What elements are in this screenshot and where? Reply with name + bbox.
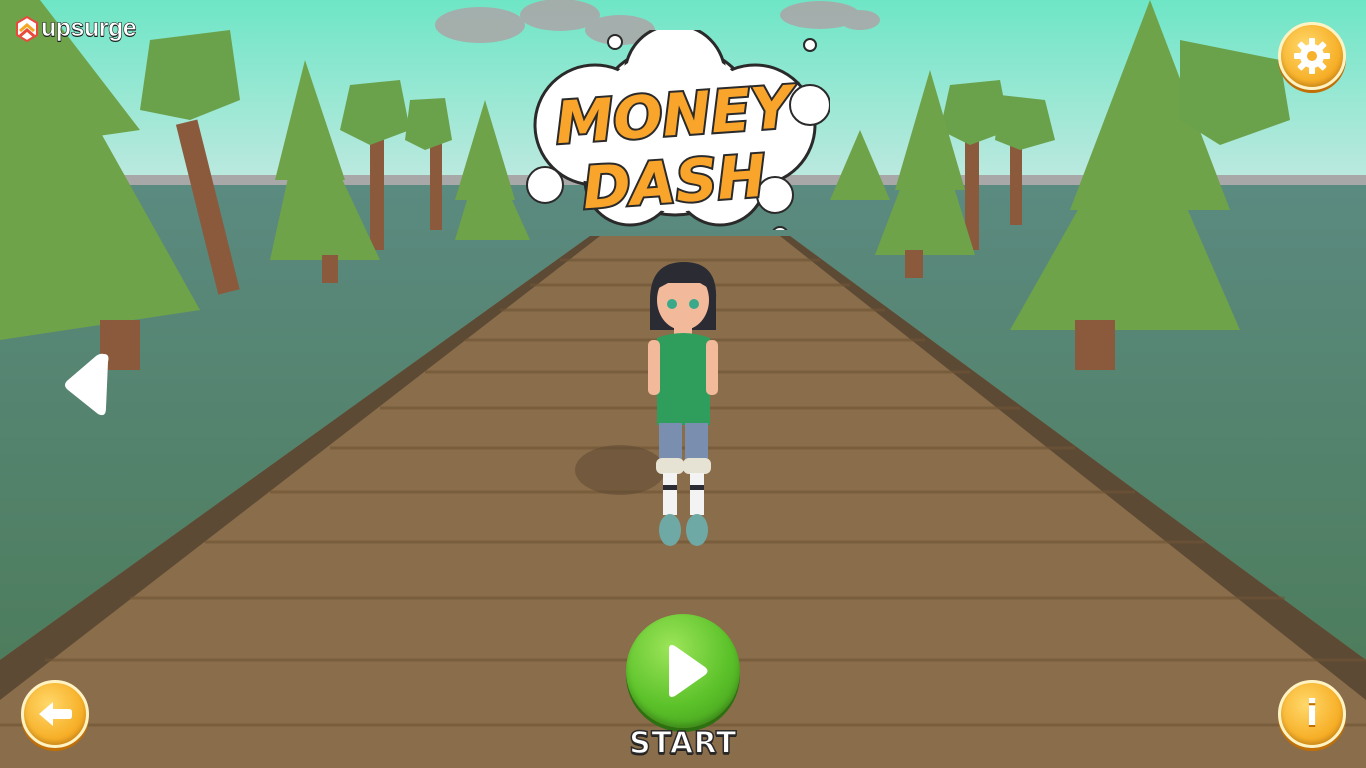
upsurge-logo-icon bbox=[16, 15, 38, 42]
start-button[interactable] bbox=[626, 614, 740, 728]
title-line-2: DASH bbox=[580, 142, 768, 223]
left-arrow-icon bbox=[65, 353, 109, 416]
settings-button[interactable] bbox=[1278, 22, 1346, 90]
character-shadow bbox=[575, 445, 665, 495]
previous-character-button[interactable] bbox=[60, 350, 112, 420]
start-label: START bbox=[628, 725, 737, 762]
brand-name: upsurge bbox=[41, 14, 137, 43]
back-arrow-icon bbox=[39, 702, 72, 726]
gear-icon bbox=[1294, 38, 1330, 74]
info-button[interactable]: i bbox=[1278, 680, 1346, 748]
info-icon: i bbox=[1305, 693, 1319, 734]
game-title: MONEY DASH bbox=[520, 23, 831, 244]
brand-logo: upsurge bbox=[16, 14, 137, 43]
play-icon bbox=[669, 645, 708, 697]
back-button[interactable] bbox=[21, 680, 89, 748]
